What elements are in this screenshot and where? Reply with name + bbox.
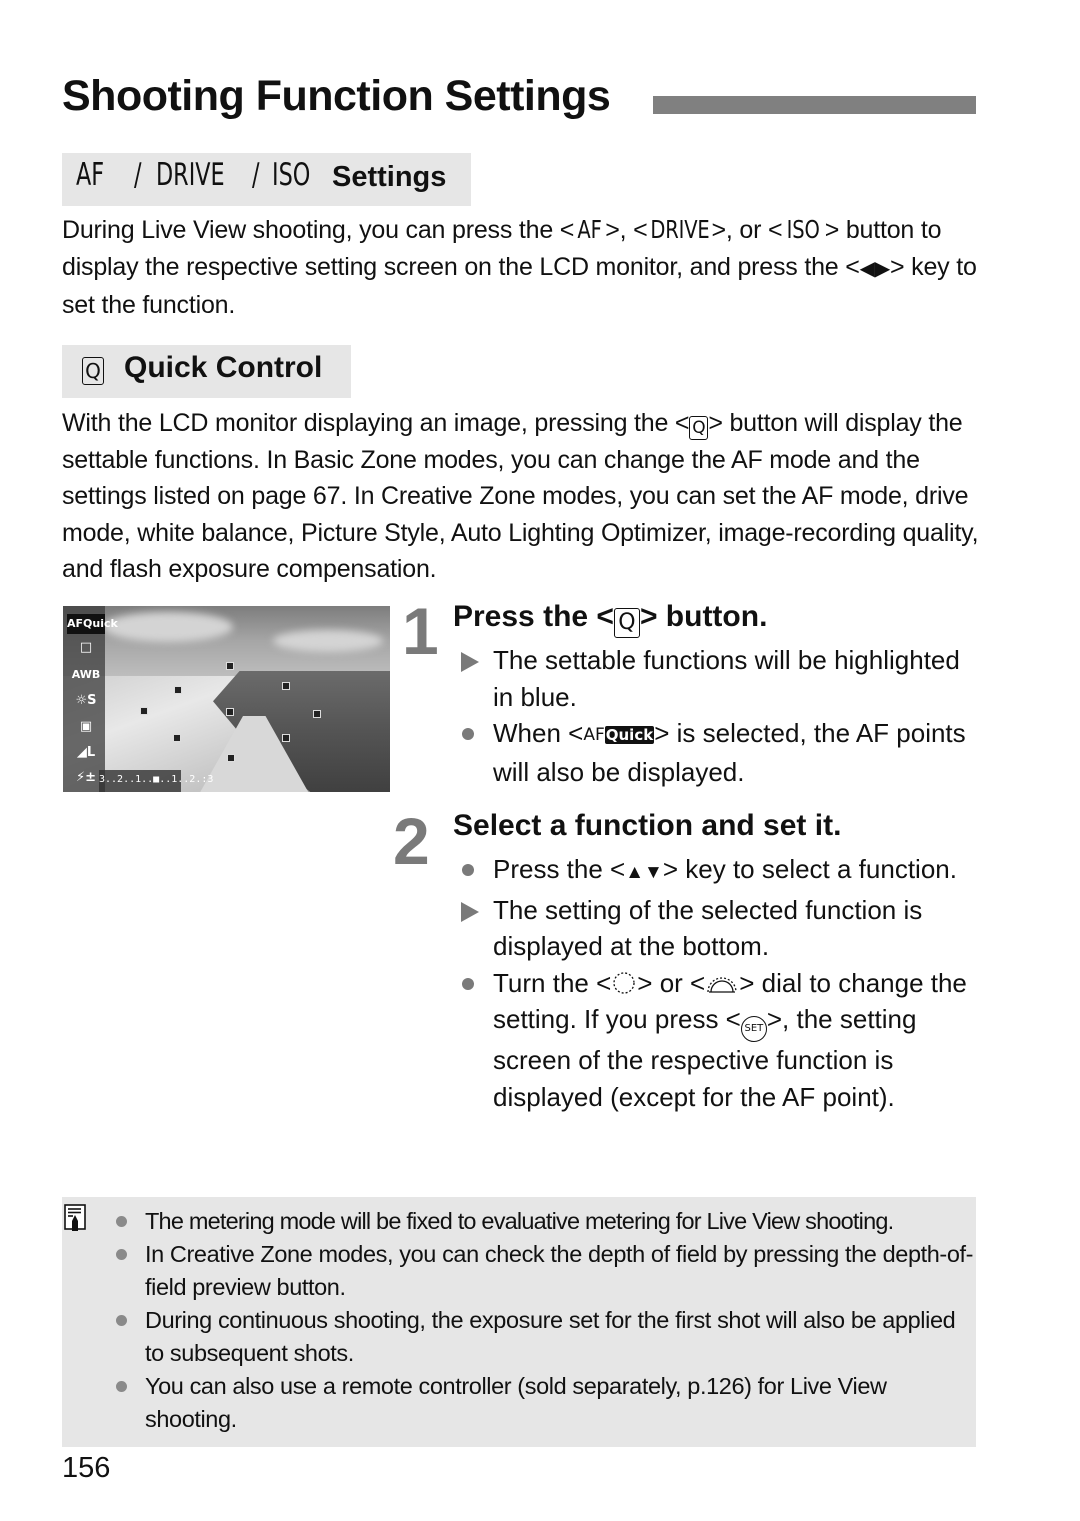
text: You can also use a remote controller (so… [145, 1373, 887, 1432]
af-quick-icon: AFQuick [583, 717, 655, 754]
af-point [174, 686, 182, 694]
text: Press the < [493, 854, 626, 884]
result-item: The settable functions will be highlight… [458, 642, 978, 715]
drive-mode-item[interactable]: □ [67, 638, 105, 658]
bullet-item: When <AFQuick> is selected, the AF point… [458, 715, 978, 790]
quick-control-icon: Q [82, 357, 104, 385]
note-item: In Creative Zone modes, you can check th… [116, 1238, 976, 1304]
quick-control-strip: AFQuick □ AWB ☼S ▣ ◢L ⚡± [63, 606, 118, 792]
af-button-icon: AF [577, 215, 602, 244]
af-point [173, 734, 181, 742]
section-heading-label: Settings [332, 161, 447, 193]
iso-icon: ISO [272, 157, 311, 193]
note-item: The metering mode will be fixed to evalu… [116, 1205, 976, 1238]
section2-paragraph: With the LCD monitor displaying an image… [62, 405, 982, 588]
quick-control-icon: Q [613, 608, 640, 638]
bullet-icon [462, 864, 474, 876]
up-down-arrows-icon: ▲▼ [625, 862, 663, 883]
section-heading-af-drive-iso: AF / DRIVE / ISO Settings [62, 153, 471, 206]
bullet-icon [116, 1381, 127, 1392]
text: When < [493, 718, 584, 748]
af-point [313, 710, 321, 718]
result-arrow-icon [461, 901, 479, 922]
exposure-scale: 3..2..1..■..1..2.:3 [99, 770, 213, 792]
af-point [282, 734, 290, 742]
text: >, or < [711, 216, 783, 244]
title-rule [653, 96, 976, 114]
text: Quick [604, 726, 655, 744]
bullet-icon [116, 1315, 127, 1326]
step-number: 1 [402, 594, 439, 668]
af-point [226, 708, 234, 716]
note-box: The metering mode will be fixed to evalu… [62, 1197, 976, 1447]
bullet-icon [116, 1216, 127, 1227]
lcd-screen-image: AFQuick □ AWB ☼S ▣ ◢L ⚡± 3..2..1..■..1..… [63, 606, 390, 792]
section-heading-quick-control: Q Quick Control [62, 345, 351, 398]
step-2-items: Press the <▲▼> key to select a function.… [458, 851, 978, 1115]
text: > key to select a function. [662, 854, 957, 884]
bullet-icon [462, 728, 474, 740]
text: During Live View shooting, you can press… [62, 216, 575, 244]
separator: / [252, 157, 260, 193]
result-item: The setting of the selected function is … [458, 892, 978, 965]
section1-paragraph: During Live View shooting, you can press… [62, 212, 982, 324]
section-heading-label: Quick Control [124, 351, 323, 384]
bullet-icon [116, 1249, 127, 1260]
step-title: Press the < Q > button. [453, 600, 767, 638]
separator: / [134, 157, 142, 193]
text: AF [583, 725, 605, 745]
text: > or < [637, 967, 706, 998]
page-title: Shooting Function Settings [62, 72, 611, 120]
af-quick-mode-item[interactable]: AFQuick [67, 614, 118, 634]
af-point [282, 682, 290, 690]
text: The setting of the selected function is … [493, 894, 923, 962]
main-dial-icon [707, 976, 737, 993]
iso-button-icon: ISO [787, 215, 821, 244]
drive-icon: DRIVE [156, 157, 225, 193]
bullet-item: Press the <▲▼> key to select a function. [458, 851, 978, 892]
af-point [227, 754, 235, 762]
cloud [273, 630, 383, 652]
af-point [140, 707, 148, 715]
text: Turn the < [493, 967, 612, 998]
drive-button-icon: DRIVE [649, 215, 710, 244]
text: With the LCD monitor displaying an image… [62, 409, 690, 437]
quick-control-icon: Q [689, 416, 709, 440]
text: In Creative Zone modes, you can check th… [145, 1241, 974, 1300]
cloud [103, 612, 233, 642]
note-item: You can also use a remote controller (so… [116, 1370, 976, 1436]
left-right-arrows-icon: ◀▶ [859, 257, 891, 280]
text: >, < [605, 216, 648, 244]
text: > button. [639, 600, 768, 633]
white-balance-item[interactable]: AWB [67, 665, 105, 685]
step-title: Select a function and set it. [453, 809, 842, 842]
text: During continuous shooting, the exposure… [145, 1307, 956, 1366]
result-arrow-icon [461, 652, 479, 672]
text: Press the < [453, 600, 614, 633]
text: The settable functions will be highlight… [493, 645, 960, 712]
step-number: 2 [393, 804, 430, 878]
note-pencil-icon [64, 1204, 86, 1231]
quick-control-dial-icon [613, 971, 635, 994]
picture-style-item[interactable]: ☼S [67, 691, 105, 711]
step-1-items: The settable functions will be highlight… [458, 642, 978, 790]
set-button-icon: SET [740, 1016, 767, 1042]
note-list: The metering mode will be fixed to evalu… [116, 1205, 976, 1436]
text: The metering mode will be fixed to evalu… [145, 1208, 894, 1234]
note-item: During continuous shooting, the exposure… [116, 1304, 976, 1370]
bullet-item: Turn the < > or < > dial to change the set… [458, 965, 978, 1116]
auto-lighting-optimizer-item[interactable]: ▣ [67, 717, 105, 737]
page-number: 156 [62, 1452, 111, 1484]
af-point [226, 662, 234, 670]
af-icon: AF [76, 157, 105, 193]
image-quality-item[interactable]: ◢L [67, 743, 105, 763]
bullet-icon [462, 977, 474, 990]
